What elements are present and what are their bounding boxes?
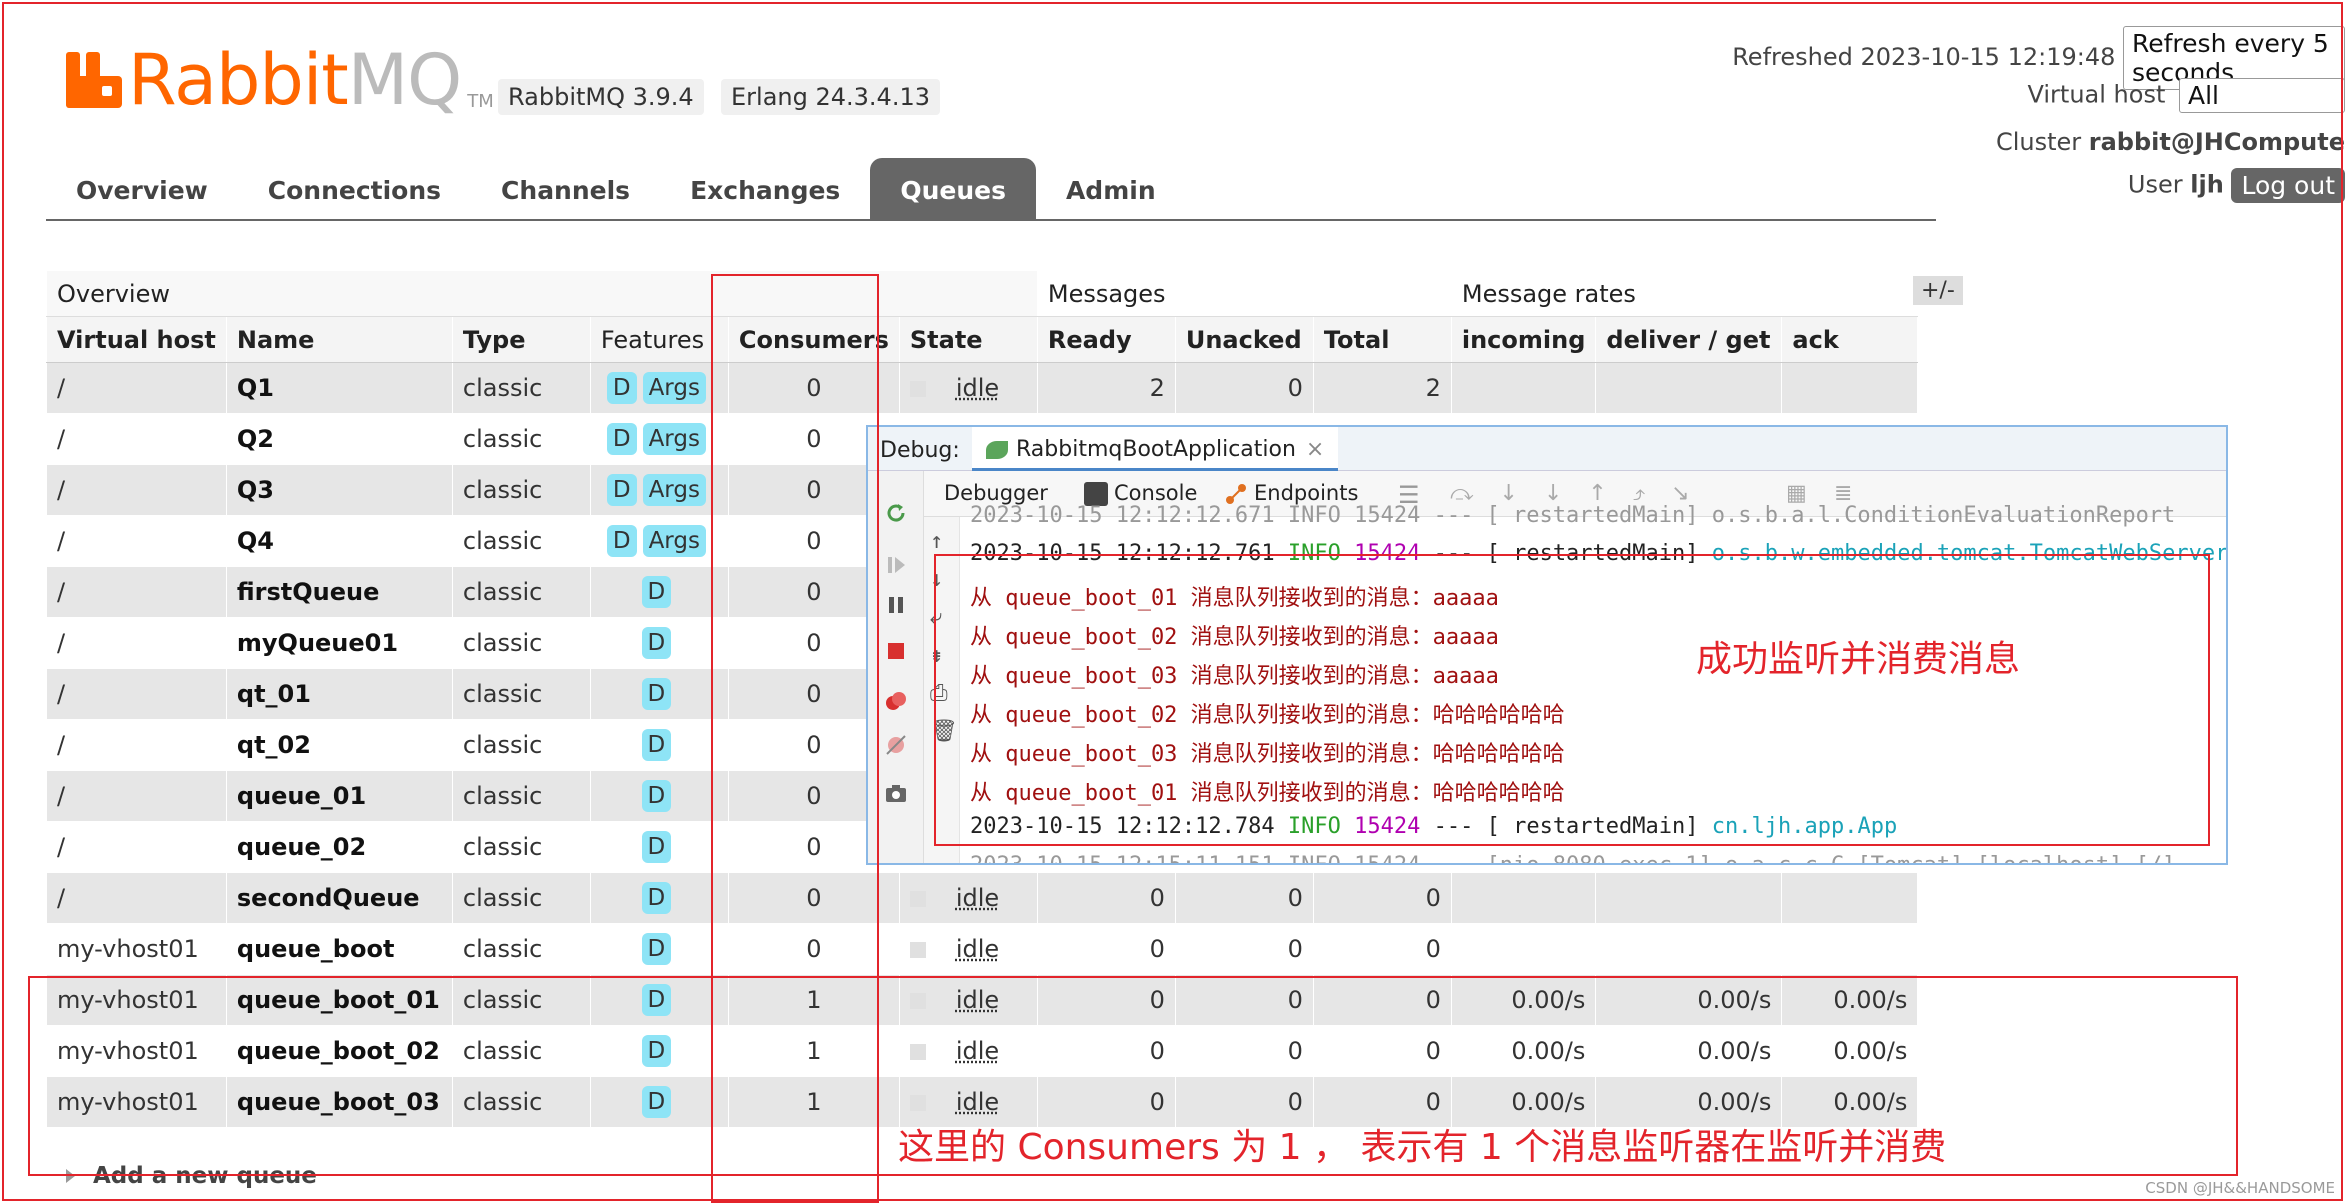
console-output-highlight: [934, 554, 2210, 846]
consumers-annotation: 这里的 Consumers 为 1 ， 表示有 1 个消息监听器在监听并消费: [898, 1127, 1947, 1168]
csdn-watermark: CSDN @JH&&HANDSOME: [2145, 1179, 2335, 1197]
success-annotation: 成功监听并消费消息: [1696, 639, 2021, 680]
